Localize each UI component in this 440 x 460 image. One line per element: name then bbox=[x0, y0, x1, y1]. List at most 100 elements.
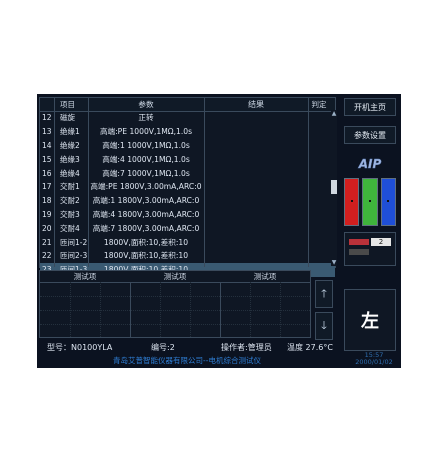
row-judge bbox=[308, 208, 330, 222]
model-label: 型号：N0100YLA bbox=[47, 343, 113, 352]
scroll-up-icon[interactable]: ▲ bbox=[331, 110, 337, 117]
row-result bbox=[204, 166, 308, 180]
table-row[interactable]: 22 匝间2-3 1800V,面积:10,差积:10 bbox=[40, 249, 335, 263]
table-header: 项目 参数 结果 判定 bbox=[40, 98, 335, 112]
table-row[interactable]: 19 交耐3 高端:4 1800V,3.00mA,ARC:0 bbox=[40, 208, 335, 222]
row-param: 1800V,面积:10,差积:10 bbox=[103, 237, 189, 247]
table-row[interactable]: 20 交耐4 高端:7 1800V,3.00mA,ARC:0 bbox=[40, 221, 335, 235]
row-number: 15 bbox=[42, 154, 52, 164]
row-item: 绝缘4 bbox=[60, 168, 80, 178]
operator-label: 操作者:管理员 bbox=[221, 343, 272, 352]
home-button[interactable]: 开机主页 bbox=[344, 98, 396, 116]
col-divider bbox=[54, 98, 55, 267]
table-scrollbar[interactable]: ▲ ▼ bbox=[331, 110, 337, 266]
row-number: 14 bbox=[42, 140, 52, 150]
grid-line bbox=[250, 282, 251, 337]
row-judge bbox=[308, 263, 330, 277]
row-number: 16 bbox=[42, 168, 52, 178]
table-row[interactable]: 15 绝缘3 高端:4 1000V,1MΩ,1.0s bbox=[40, 152, 335, 166]
row-param: 正转 bbox=[138, 113, 154, 123]
clock-date: 2000/01/02 bbox=[355, 358, 393, 366]
row-param: 高端:4 1000V,1MΩ,1.0s bbox=[102, 154, 190, 164]
table-row[interactable]: 17 交耐1 高端:PE 1800V,3.00mA,ARC:0 bbox=[40, 180, 335, 194]
mini-indicator-2 bbox=[349, 249, 369, 255]
page-down-button[interactable]: 🡓 bbox=[315, 312, 333, 340]
table-row[interactable]: 14 绝缘2 高端:1 1000V,1MΩ,1.0s bbox=[40, 139, 335, 153]
test-column-header-3: 测试项 bbox=[220, 271, 310, 283]
table-row[interactable]: 18 交耐2 高端:1 1800V,3.00mA,ARC:0 bbox=[40, 194, 335, 208]
row-param: 高端:7 1000V,1MΩ,1.0s bbox=[102, 168, 190, 178]
test-waveform-panel: 测试项 测试项 测试项 bbox=[39, 270, 311, 338]
header-param: 参数 bbox=[138, 100, 154, 109]
row-item: 绝缘3 bbox=[60, 154, 80, 164]
header-no bbox=[40, 98, 54, 111]
row-param: 高端:1 1000V,1MΩ,1.0s bbox=[102, 140, 190, 150]
row-result bbox=[204, 111, 308, 125]
scroll-down-icon[interactable]: ▼ bbox=[331, 259, 337, 266]
table-row[interactable]: 12 磁旋 正转 bbox=[40, 111, 335, 125]
row-judge bbox=[308, 152, 330, 166]
rotation-direction-display: 左 bbox=[344, 289, 396, 351]
row-item: 磁旋 bbox=[60, 113, 75, 123]
test-column-header-2: 测试项 bbox=[130, 271, 220, 283]
row-result bbox=[204, 194, 308, 208]
page-up-button[interactable]: 🡑 bbox=[315, 280, 333, 308]
row-result bbox=[204, 125, 308, 139]
row-judge bbox=[308, 111, 330, 125]
row-item: 绝缘1 bbox=[60, 127, 80, 137]
table-row[interactable]: 13 绝缘1 高端:PE 1000V,1MΩ,1.0s bbox=[40, 125, 335, 139]
mini-indicator-1 bbox=[349, 239, 369, 245]
row-item: 交耐1 bbox=[60, 182, 80, 192]
temperature-label: 温度 27.6°C bbox=[287, 343, 333, 352]
row-judge bbox=[308, 166, 330, 180]
grid-line bbox=[190, 282, 191, 337]
test-column-header-1: 测试项 bbox=[40, 271, 130, 283]
aip-logo: AIP bbox=[358, 157, 382, 171]
grid-line bbox=[70, 282, 71, 337]
arrow-up-icon: 🡑 bbox=[321, 286, 327, 300]
status-bar: 型号：N0100YLA 编号:2 操作者:管理员 温度 27.6°C bbox=[39, 342, 336, 354]
header-judge: 判定 bbox=[311, 100, 327, 109]
grid-line bbox=[100, 282, 101, 337]
grid-line bbox=[40, 324, 310, 325]
row-param: 高端:PE 1000V,1MΩ,1.0s bbox=[99, 127, 193, 137]
row-judge bbox=[308, 249, 330, 263]
row-item: 绝缘2 bbox=[60, 140, 80, 150]
number-label: 编号:2 bbox=[151, 343, 175, 352]
grid-line bbox=[40, 310, 310, 311]
scroll-thumb[interactable] bbox=[331, 180, 337, 194]
mini-value: 2 bbox=[371, 238, 391, 246]
row-result bbox=[204, 249, 308, 263]
col-divider bbox=[88, 98, 89, 267]
row-param: 高端:PE 1800V,3.00mA,ARC:0 bbox=[90, 182, 202, 192]
row-param: 1800V,面积:10,差积:10 bbox=[103, 251, 189, 261]
row-number: 18 bbox=[42, 196, 52, 206]
row-item: 交耐4 bbox=[60, 223, 80, 233]
arrow-down-icon: 🡓 bbox=[321, 318, 327, 332]
row-judge bbox=[308, 194, 330, 208]
row-number: 13 bbox=[42, 127, 52, 137]
row-param: 高端:4 1800V,3.00mA,ARC:0 bbox=[92, 209, 200, 219]
table-row[interactable]: 16 绝缘4 高端:7 1000V,1MΩ,1.0s bbox=[40, 166, 335, 180]
company-footer: 青岛艾普智能仪器有限公司--电机综合测试仪 bbox=[113, 356, 261, 365]
row-param: 高端:7 1800V,3.00mA,ARC:0 bbox=[92, 223, 200, 233]
header-item: 项目 bbox=[60, 100, 75, 109]
row-result bbox=[204, 180, 308, 194]
col-divider bbox=[308, 98, 309, 267]
row-item: 匝间1-2 bbox=[60, 237, 88, 247]
phase-bar-green bbox=[362, 178, 378, 226]
col-divider bbox=[204, 98, 205, 267]
row-number: 21 bbox=[42, 237, 52, 247]
row-param: 高端:1 1800V,3.00mA,ARC:0 bbox=[92, 196, 200, 206]
tester-screen: 项目 参数 结果 判定 12 磁旋 正转 13 绝缘1 高端:PE 1000V,1MΩ,1… bbox=[37, 94, 401, 368]
table-row[interactable]: 21 匝间1-2 1800V,面积:10,差积:10 bbox=[40, 235, 335, 249]
row-judge bbox=[308, 235, 330, 249]
test-items-table: 项目 参数 结果 判定 12 磁旋 正转 13 绝缘1 高端:PE 1000V,1MΩ,1… bbox=[39, 97, 337, 277]
row-judge bbox=[308, 125, 330, 139]
row-judge bbox=[308, 139, 330, 153]
row-number: 19 bbox=[42, 209, 52, 219]
logo-text: AIP bbox=[358, 157, 382, 171]
row-number: 12 bbox=[42, 113, 52, 123]
settings-button[interactable]: 参数设置 bbox=[344, 126, 396, 144]
row-result bbox=[204, 235, 308, 249]
